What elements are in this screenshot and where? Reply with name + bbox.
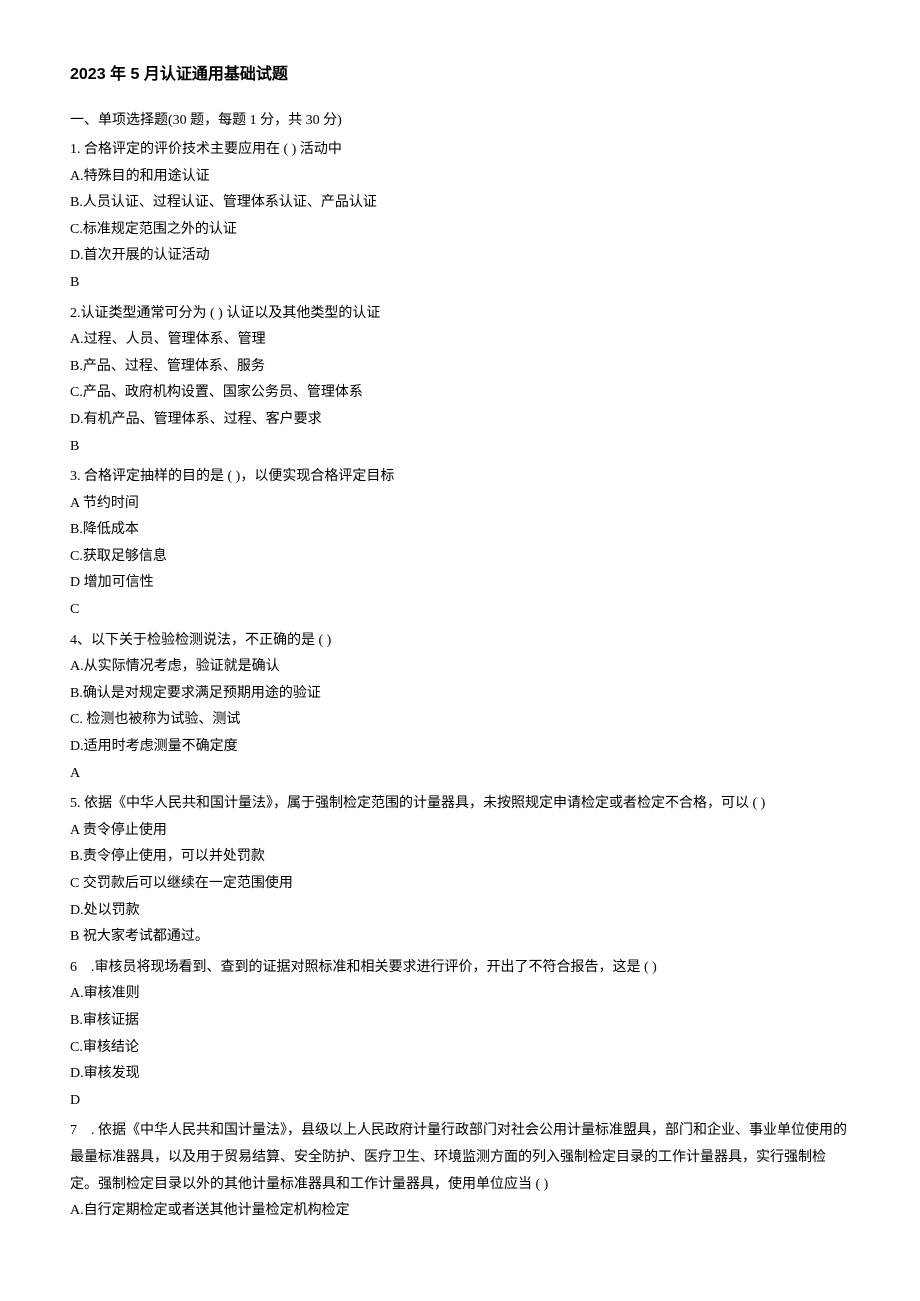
q3-option-d: D 增加可信性 <box>70 570 850 597</box>
q5-option-d: D.处以罚款 <box>70 898 850 925</box>
q2-option-c: C.产品、政府机构设置、国家公务员、管理体系 <box>70 380 850 407</box>
q6-option-d: D.审核发现 <box>70 1061 850 1088</box>
q2-answer: B <box>70 434 850 461</box>
q1-option-c: C.标准规定范围之外的认证 <box>70 217 850 244</box>
q4-option-d: D.适用时考虑测量不确定度 <box>70 734 850 761</box>
q6-answer: D <box>70 1088 850 1115</box>
question-6: 6 .审核员将现场看到、查到的证据对照标准和相关要求进行评价，开出了不符合报告，… <box>70 955 850 1115</box>
q6-option-a: A.审核准则 <box>70 981 850 1008</box>
q4-option-a: A.从实际情况考虑，验证就是确认 <box>70 654 850 681</box>
question-3: 3. 合格评定抽样的目的是 ( )，以便实现合格评定目标 A 节约时间 B.降低… <box>70 464 850 624</box>
question-2: 2.认证类型通常可分为 ( ) 认证以及其他类型的认证 A.过程、人员、管理体系… <box>70 301 850 461</box>
q4-option-c: C. 检测也被称为试验、测试 <box>70 707 850 734</box>
q7-option-a: A.自行定期检定或者送其他计量检定机构检定 <box>70 1198 850 1225</box>
q1-stem: 1. 合格评定的评价技术主要应用在 ( ) 活动中 <box>70 137 850 164</box>
q6-option-b: B.审核证据 <box>70 1008 850 1035</box>
q3-option-a: A 节约时间 <box>70 491 850 518</box>
q5-stem: 5. 依据《中华人民共和国计量法》，属于强制检定范围的计量器具，未按照规定申请检… <box>70 791 850 818</box>
q2-option-b: B.产品、过程、管理体系、服务 <box>70 354 850 381</box>
q3-option-c: C.获取足够信息 <box>70 544 850 571</box>
q1-option-a: A.特殊目的和用途认证 <box>70 164 850 191</box>
question-1: 1. 合格评定的评价技术主要应用在 ( ) 活动中 A.特殊目的和用途认证 B.… <box>70 137 850 297</box>
q1-option-b: B.人员认证、过程认证、管理体系认证、产品认证 <box>70 190 850 217</box>
question-5: 5. 依据《中华人民共和国计量法》，属于强制检定范围的计量器具，未按照规定申请检… <box>70 791 850 951</box>
section-header: 一、单项选择题(30 题，每题 1 分，共 30 分) <box>70 108 850 135</box>
q3-option-b: B.降低成本 <box>70 517 850 544</box>
q6-option-c: C.审核结论 <box>70 1035 850 1062</box>
q4-stem: 4、以下关于检验检测说法，不正确的是 ( ) <box>70 628 850 655</box>
q4-option-b: B.确认是对规定要求满足预期用途的验证 <box>70 681 850 708</box>
q5-option-b: B.责令停止使用，可以并处罚款 <box>70 844 850 871</box>
q1-option-d: D.首次开展的认证活动 <box>70 243 850 270</box>
q5-option-c: C 交罚款后可以继续在一定范围使用 <box>70 871 850 898</box>
page-title: 2023 年 5 月认证通用基础试题 <box>70 60 850 90</box>
q5-option-a: A 责令停止使用 <box>70 818 850 845</box>
question-4: 4、以下关于检验检测说法，不正确的是 ( ) A.从实际情况考虑，验证就是确认 … <box>70 628 850 788</box>
q2-stem: 2.认证类型通常可分为 ( ) 认证以及其他类型的认证 <box>70 301 850 328</box>
q5-answer: B 祝大家考试都通过。 <box>70 924 850 951</box>
q4-answer: A <box>70 761 850 788</box>
q2-option-d: D.有机产品、管理体系、过程、客户要求 <box>70 407 850 434</box>
question-7: 7 . 依据《中华人民共和国计量法》，县级以上人民政府计量行政部门对社会公用计量… <box>70 1118 850 1224</box>
q3-stem: 3. 合格评定抽样的目的是 ( )，以便实现合格评定目标 <box>70 464 850 491</box>
q2-option-a: A.过程、人员、管理体系、管理 <box>70 327 850 354</box>
q1-answer: B <box>70 270 850 297</box>
q3-answer: C <box>70 597 850 624</box>
q7-stem: 7 . 依据《中华人民共和国计量法》，县级以上人民政府计量行政部门对社会公用计量… <box>70 1118 850 1198</box>
q6-stem: 6 .审核员将现场看到、查到的证据对照标准和相关要求进行评价，开出了不符合报告，… <box>70 955 850 982</box>
